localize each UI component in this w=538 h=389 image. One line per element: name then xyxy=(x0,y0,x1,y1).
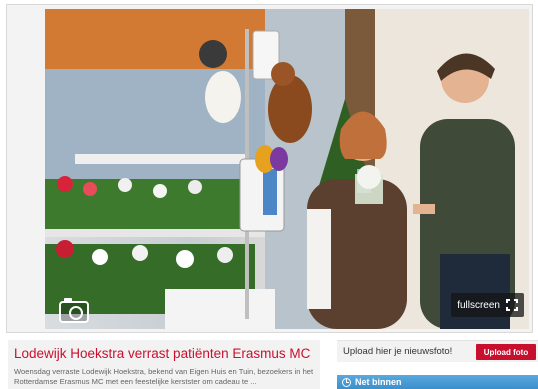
held-plant-flower xyxy=(357,165,381,189)
plant-row-top xyxy=(45,176,245,229)
article-title[interactable]: Lodewijk Hoekstra verrast patiënten Eras… xyxy=(14,346,310,361)
plush-hat xyxy=(199,40,227,68)
upload-bar: Upload hier je nieuwsfoto! Upload foto xyxy=(337,340,538,362)
fullscreen-icon xyxy=(506,299,518,311)
news-photo[interactable] xyxy=(45,9,529,329)
plush-small-purple xyxy=(270,147,288,171)
net-binnen-header[interactable]: Net binnen xyxy=(337,375,538,389)
article-card[interactable]: Lodewijk Hoekstra verrast patiënten Eras… xyxy=(8,340,320,389)
orange-facade xyxy=(45,9,265,69)
upload-photo-button[interactable]: Upload foto xyxy=(476,344,536,360)
article-teaser: Woensdag verraste Lodewijk Hoekstra, bek… xyxy=(14,367,314,386)
photo-illustration xyxy=(45,9,529,329)
photo-viewer: fullscreen xyxy=(6,4,533,333)
camera-icon[interactable] xyxy=(59,298,89,323)
clock-icon xyxy=(342,377,351,387)
white-table xyxy=(165,289,275,329)
upload-prompt: Upload hier je nieuwsfoto! xyxy=(343,346,453,357)
net-binnen-label: Net binnen xyxy=(355,377,402,387)
shelf-middle xyxy=(45,229,265,237)
fullscreen-button[interactable]: fullscreen xyxy=(451,293,524,317)
pump-screen xyxy=(263,169,277,215)
shelf-top xyxy=(75,154,245,164)
fullscreen-label: fullscreen xyxy=(457,299,500,311)
plush-bear xyxy=(268,75,312,143)
plush-white xyxy=(205,71,241,123)
